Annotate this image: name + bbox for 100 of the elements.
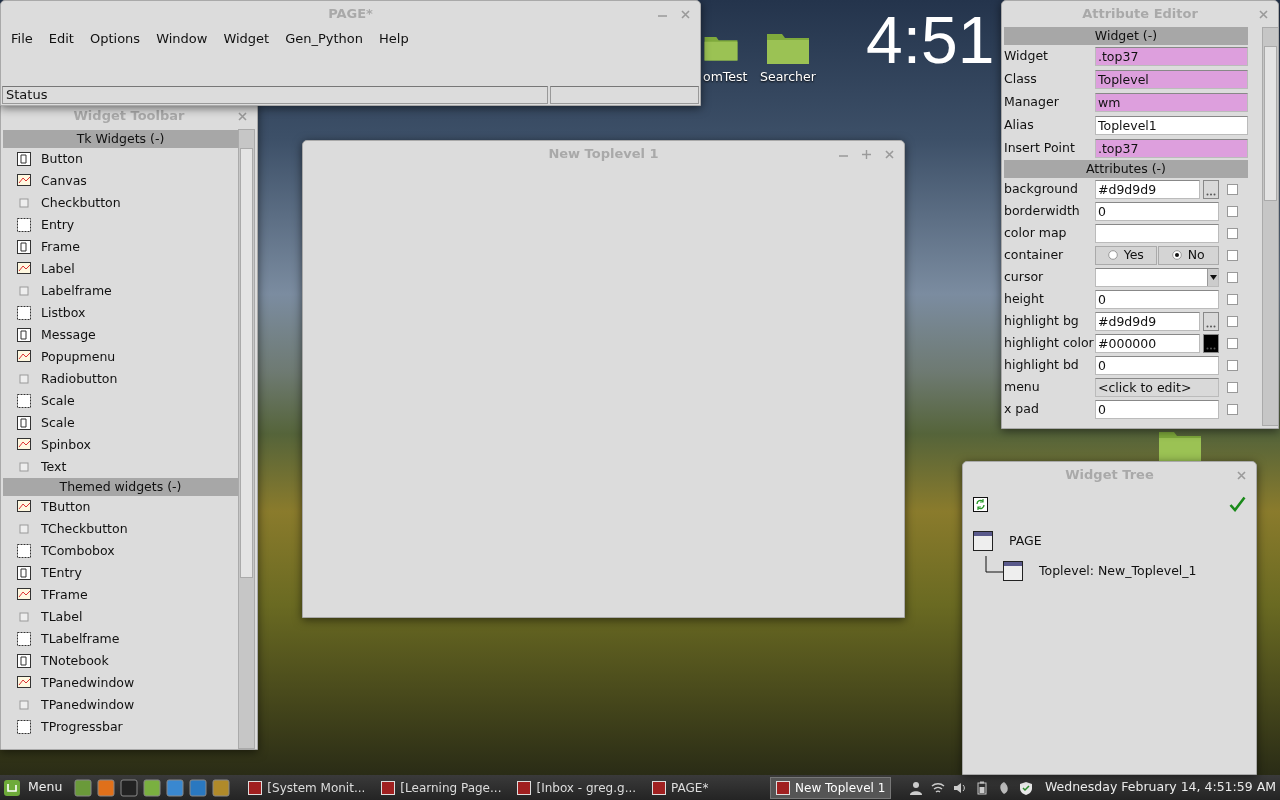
section-header[interactable]: Tk Widgets (-) [3, 130, 238, 148]
app-launcher-icon[interactable] [74, 778, 93, 797]
close-icon[interactable] [1259, 9, 1268, 19]
checkbox[interactable] [1226, 315, 1238, 327]
checkbox[interactable] [1226, 205, 1238, 217]
widget-tool[interactable]: Labelframe [3, 280, 238, 302]
widget-tool[interactable]: Radiobutton [3, 368, 238, 390]
widget-tool[interactable]: TPanedwindow [3, 672, 238, 694]
text-field[interactable]: 0 [1095, 399, 1219, 419]
section-header[interactable]: Widget (-) [1004, 27, 1248, 45]
widget-tool[interactable]: TFrame [3, 584, 238, 606]
text-field[interactable]: 0 [1095, 289, 1219, 309]
text-field[interactable]: #000000 [1095, 333, 1200, 353]
widget-tool[interactable]: Button [3, 148, 238, 170]
close-icon[interactable] [681, 9, 690, 19]
user-icon[interactable] [908, 780, 923, 795]
taskbar-button[interactable]: [System Monit... [242, 776, 372, 799]
widget-tool[interactable]: Message [3, 324, 238, 346]
battery-icon[interactable] [974, 780, 989, 795]
menu-item[interactable]: Window [148, 27, 216, 51]
desktop-icon-label[interactable]: omTest [703, 68, 748, 87]
volume-icon[interactable] [952, 780, 967, 795]
tree-node-label[interactable]: PAGE [1009, 531, 1042, 551]
taskbar-button[interactable]: New Toplevel 1 [770, 776, 892, 799]
text-field[interactable]: #d9d9d9 [1095, 179, 1200, 199]
text-field[interactable]: #d9d9d9 [1095, 311, 1200, 331]
widget-tool[interactable]: Frame [3, 236, 238, 258]
checkmark-icon[interactable] [1229, 496, 1246, 512]
color-picker-button[interactable] [1203, 311, 1219, 331]
widget-tool[interactable]: Scale [3, 412, 238, 434]
checkbox[interactable] [1226, 403, 1238, 415]
refresh-icon[interactable] [973, 496, 988, 512]
widget-tool[interactable]: Spinbox [3, 434, 238, 456]
widget-tool[interactable]: Listbox [3, 302, 238, 324]
widget-tool[interactable]: TPanedwindow [3, 694, 238, 716]
app-launcher-icon[interactable] [143, 778, 162, 797]
close-icon[interactable] [1237, 470, 1246, 480]
maximize-icon[interactable] [862, 149, 871, 159]
shield-icon[interactable] [1018, 780, 1033, 795]
tree-node-label[interactable]: Toplevel: New_Toplevel_1 [1039, 561, 1197, 581]
taskbar-button[interactable]: [Learning Page... [375, 776, 508, 799]
widget-tool[interactable]: TNotebook [3, 650, 238, 672]
widget-tool[interactable]: Scale [3, 390, 238, 412]
widget-tool[interactable]: Label [3, 258, 238, 280]
widget-tool[interactable]: TLabelframe [3, 628, 238, 650]
menu-item[interactable]: Help [371, 27, 417, 51]
widget-tool[interactable]: TButton [3, 496, 238, 518]
radio-button[interactable] [1107, 250, 1118, 260]
close-icon[interactable] [238, 111, 247, 121]
widget-icon [16, 653, 32, 669]
app-launcher-icon[interactable] [97, 778, 116, 797]
text-field[interactable]: Toplevel1 [1095, 116, 1248, 135]
start-menu-button[interactable]: Menu [4, 778, 69, 797]
menu-item[interactable]: Options [81, 27, 149, 51]
checkbox[interactable] [1226, 183, 1238, 195]
scrollbar[interactable] [238, 129, 255, 749]
taskbar-button[interactable]: PAGE* [646, 776, 767, 799]
widget-tool[interactable]: Canvas [3, 170, 238, 192]
checkbox[interactable] [1226, 271, 1238, 283]
widget-tool[interactable]: Popupmenu [3, 346, 238, 368]
section-header[interactable]: Attributes (-) [1004, 160, 1248, 178]
radio-button[interactable] [1171, 250, 1182, 260]
wifi-icon[interactable] [930, 780, 945, 795]
menu-item[interactable]: File [3, 27, 41, 51]
app-launcher-icon[interactable] [166, 778, 185, 797]
checkbox[interactable] [1226, 227, 1238, 239]
checkbox[interactable] [1226, 359, 1238, 371]
text-field[interactable]: 0 [1095, 355, 1219, 375]
app-launcher-icon[interactable] [120, 778, 139, 797]
desktop-icon-label[interactable]: Searcher [760, 68, 816, 87]
text-field[interactable]: 0 [1095, 201, 1219, 221]
checkbox[interactable] [1226, 381, 1238, 393]
checkbox[interactable] [1226, 293, 1238, 305]
menu-item[interactable]: Edit [40, 27, 82, 51]
close-icon[interactable] [885, 149, 894, 159]
radio-option[interactable]: No [1157, 245, 1219, 265]
combo-box[interactable] [1095, 267, 1219, 287]
taskbar-button[interactable]: [Inbox - greg.g... [511, 776, 643, 799]
scrollbar[interactable] [1262, 27, 1278, 426]
widget-tool[interactable]: TProgressbar [3, 716, 238, 738]
menu-item[interactable]: Widget [215, 27, 278, 51]
widget-tool[interactable]: TEntry [3, 562, 238, 584]
color-picker-button[interactable] [1203, 179, 1219, 199]
text-field[interactable] [1095, 223, 1219, 243]
app-launcher-icon[interactable] [212, 778, 231, 797]
widget-tool[interactable]: TCheckbutton [3, 518, 238, 540]
widget-tool[interactable]: TCombobox [3, 540, 238, 562]
edit-button[interactable]: <click to edit> [1095, 377, 1219, 397]
checkbox[interactable] [1226, 249, 1238, 261]
radio-option[interactable]: Yes [1095, 245, 1157, 265]
color-picker-button[interactable] [1203, 333, 1219, 353]
section-header[interactable]: Themed widgets (-) [3, 478, 238, 496]
widget-tool[interactable]: Entry [3, 214, 238, 236]
app-launcher-icon[interactable] [189, 778, 208, 797]
menu-item[interactable]: Gen_Python [277, 27, 372, 51]
widget-tool[interactable]: Checkbutton [3, 192, 238, 214]
widget-tool[interactable]: TLabel [3, 606, 238, 628]
taskbar-clock[interactable]: Wednesday February 14, 4:51:59 AM [1044, 778, 1276, 797]
widget-tool[interactable]: Text [3, 456, 238, 478]
checkbox[interactable] [1226, 337, 1238, 349]
